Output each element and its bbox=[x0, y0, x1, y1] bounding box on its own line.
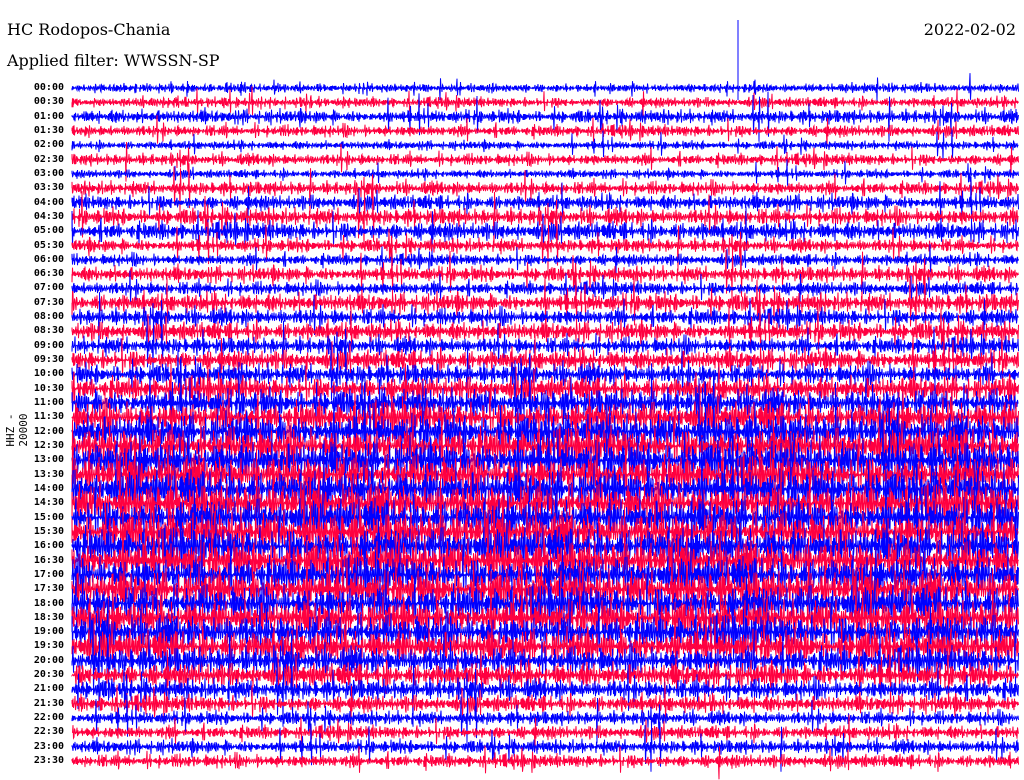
trace-row-0430 bbox=[71, 185, 1019, 249]
trace-row-0000 bbox=[71, 73, 1019, 102]
helicorder-plot bbox=[71, 20, 1019, 780]
